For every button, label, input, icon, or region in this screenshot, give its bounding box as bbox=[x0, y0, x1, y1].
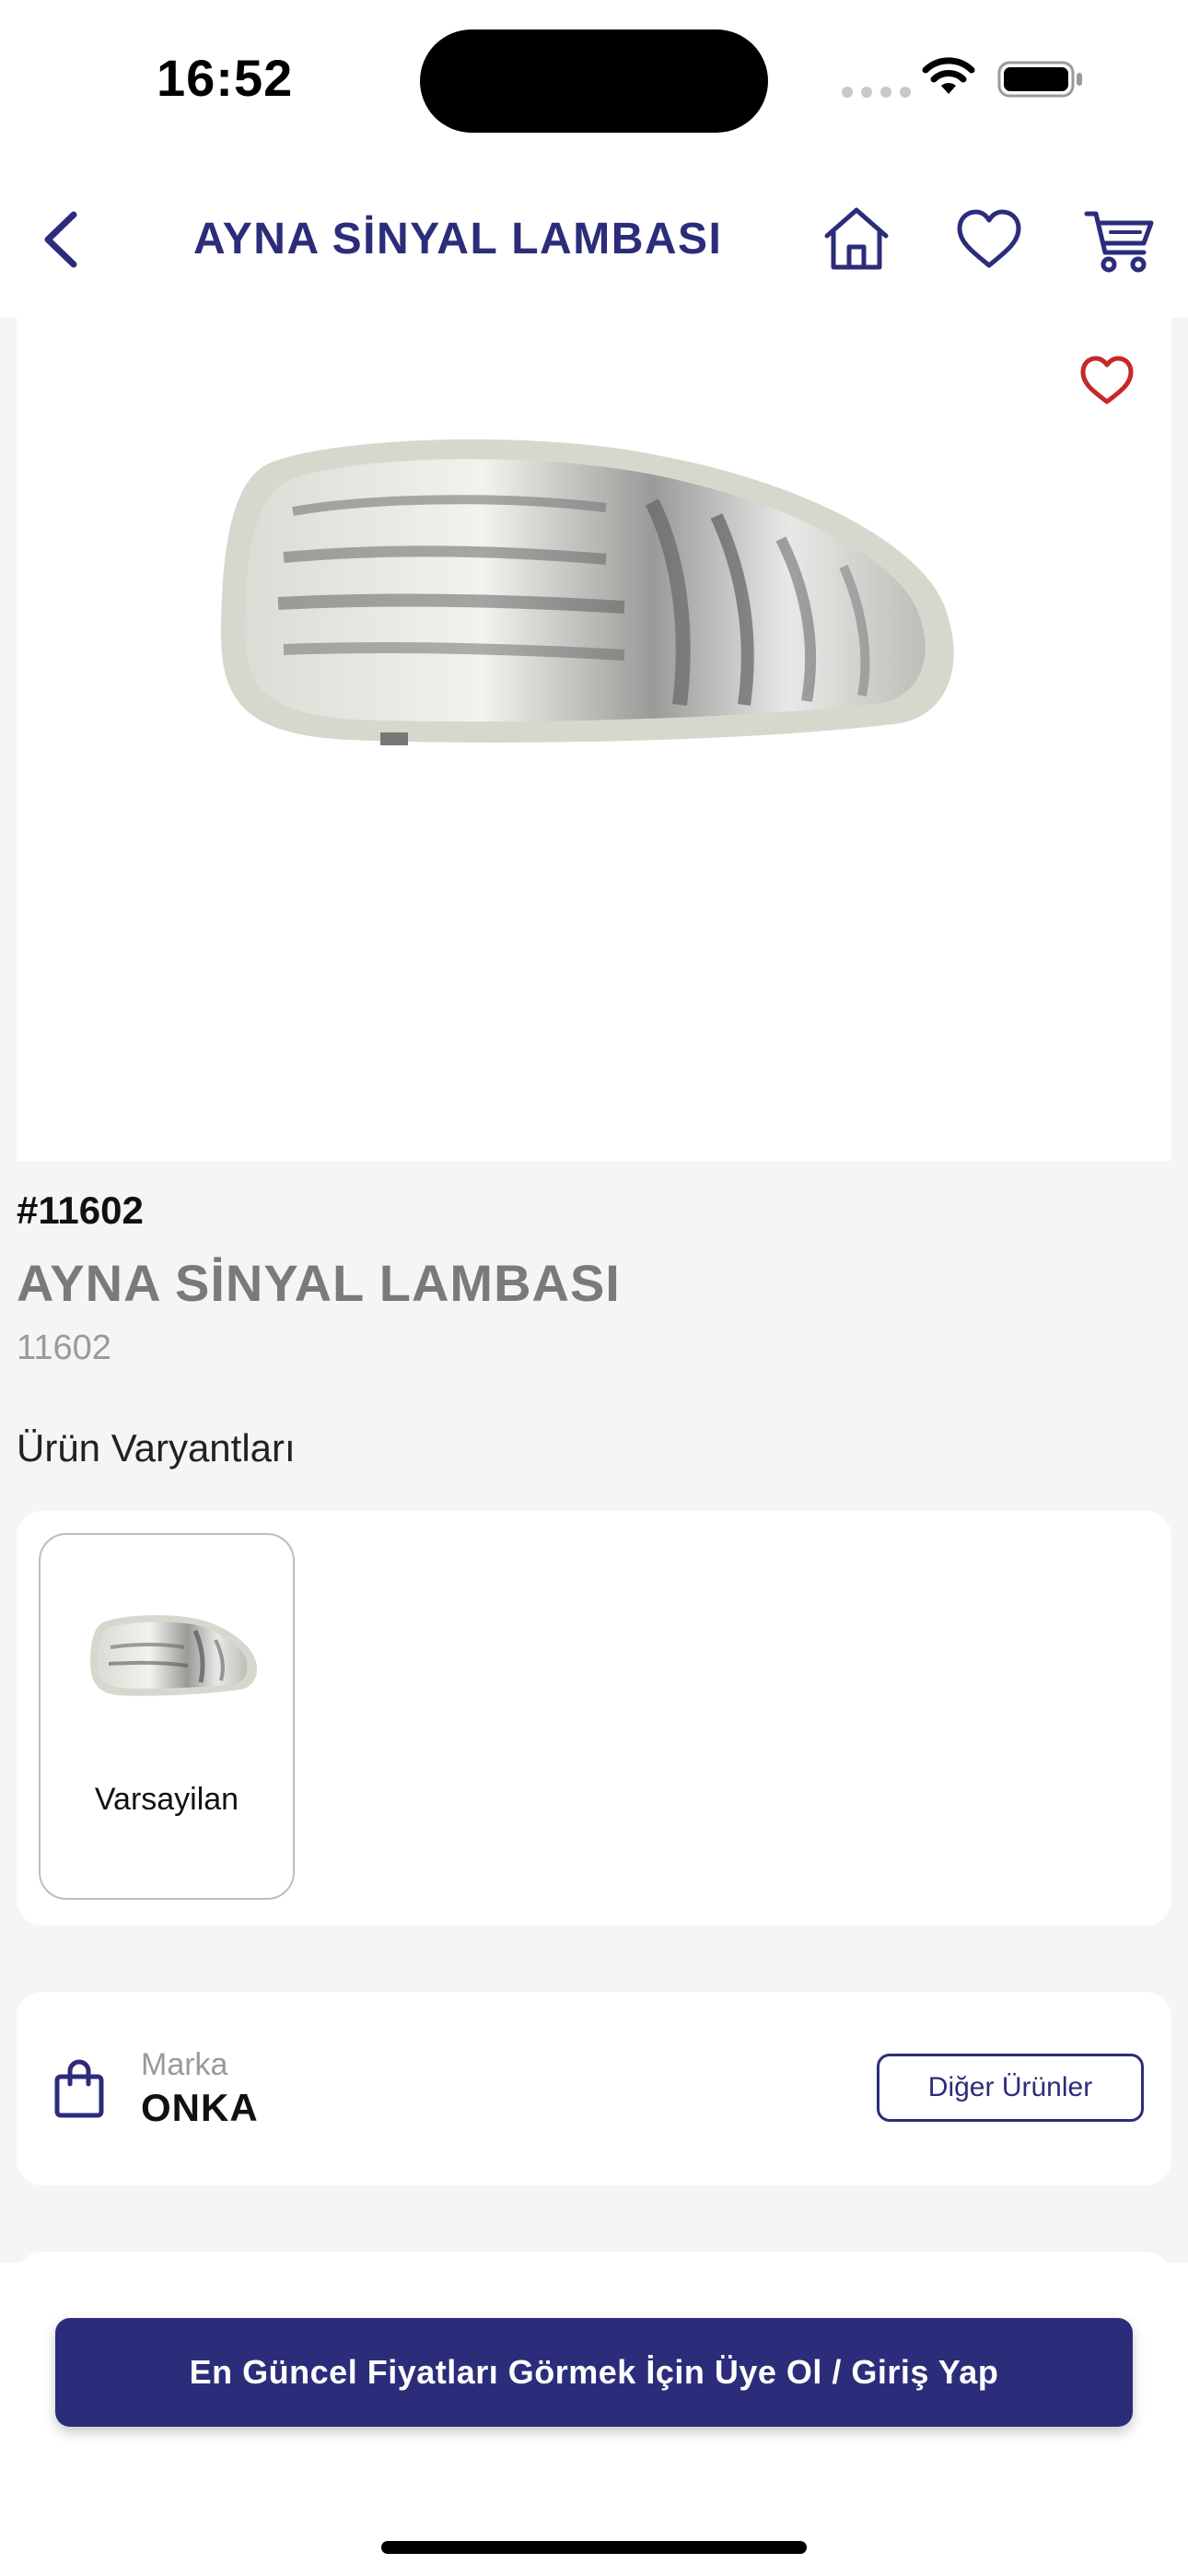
variants-title: Ürün Varyantları bbox=[17, 1426, 296, 1469]
product-sku: #11602 bbox=[17, 1188, 144, 1232]
product-image[interactable] bbox=[17, 318, 1171, 1161]
back-chevron-icon[interactable] bbox=[37, 209, 88, 270]
dynamic-island bbox=[420, 29, 768, 133]
variant-label: Varsayilan bbox=[94, 1782, 239, 1817]
variant-thumbnail bbox=[90, 1615, 258, 1696]
battery-icon bbox=[997, 61, 1082, 98]
heart-icon[interactable] bbox=[952, 203, 1026, 276]
page-title: AYNA SİNYAL LAMBASI bbox=[193, 215, 723, 263]
other-products-button[interactable]: Diğer Ürünler bbox=[877, 2054, 1144, 2122]
shopping-bag-icon bbox=[54, 2059, 104, 2118]
brand-label: Marka bbox=[141, 2047, 228, 2082]
favorite-heart-icon[interactable] bbox=[1077, 352, 1136, 407]
product-code: 11602 bbox=[17, 1329, 111, 1367]
home-indicator bbox=[381, 2541, 807, 2554]
product-name: AYNA SİNYAL LAMBASI bbox=[17, 1254, 621, 1312]
status-bar: 16:52 bbox=[0, 0, 1188, 157]
navigation-header: AYNA SİNYAL LAMBASI bbox=[0, 157, 1188, 318]
mirror-signal-lamp-image bbox=[220, 439, 954, 745]
home-icon[interactable] bbox=[820, 203, 893, 276]
status-time: 16:52 bbox=[157, 49, 294, 107]
wifi-icon bbox=[922, 57, 975, 94]
cart-icon[interactable] bbox=[1083, 203, 1157, 276]
cellular-signal-icon bbox=[842, 87, 911, 98]
brand-name: ONKA bbox=[141, 2086, 259, 2129]
login-register-button[interactable]: En Güncel Fiyatları Görmek İçin Üye Ol /… bbox=[55, 2318, 1133, 2427]
